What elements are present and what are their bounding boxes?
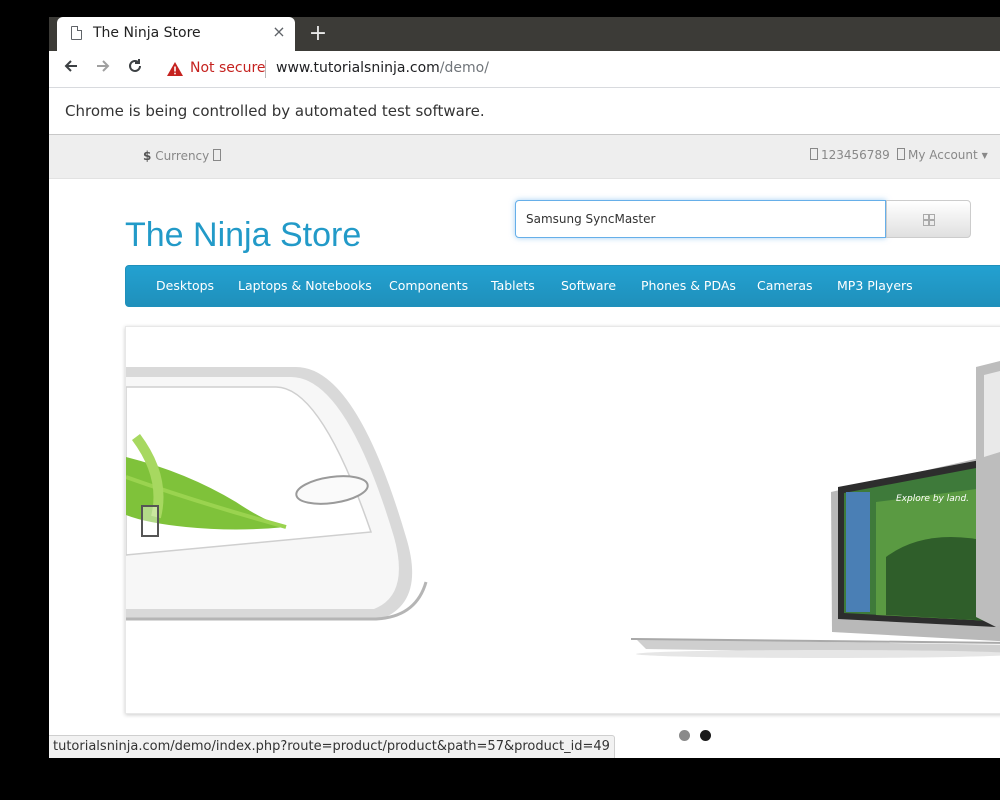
tab-title: The Ninja Store <box>93 25 201 41</box>
pagination-dot[interactable] <box>679 730 690 741</box>
currency-label: Currency <box>155 149 210 163</box>
divider <box>265 60 266 78</box>
phone-link[interactable]: 123456789 <box>810 148 890 162</box>
laptop-illustration: Explore by land. <box>630 361 1000 658</box>
category-menu: Desktops Laptops & Notebooks Components … <box>125 265 1000 307</box>
automation-infobar: Chrome is being controlled by automated … <box>49 88 1000 135</box>
search-input[interactable] <box>515 200 886 238</box>
caret-down-icon: ▼ <box>981 151 988 160</box>
phone-icon <box>810 148 818 160</box>
menu-item-cameras[interactable]: Cameras <box>757 278 813 293</box>
store-logo[interactable]: The Ninja Store <box>125 216 361 255</box>
tab-strip: The Ninja Store × + <box>49 17 1000 51</box>
search-icon <box>923 214 935 226</box>
menu-item-mp3-players[interactable]: MP3 Players <box>837 278 913 293</box>
pagination-dot-active[interactable] <box>700 730 711 741</box>
infobar-text: Chrome is being controlled by automated … <box>65 102 485 120</box>
phone-number: 123456789 <box>821 148 890 162</box>
forward-arrow-icon[interactable] <box>92 58 114 80</box>
status-bar-url: tutorialsninja.com/demo/index.php?route=… <box>49 735 615 758</box>
menu-item-laptops-notebooks[interactable]: Laptops & Notebooks <box>238 278 372 293</box>
menu-item-components[interactable]: Components <box>389 278 468 293</box>
url-host: www.tutorialsninja.com <box>276 60 440 76</box>
menu-item-desktops[interactable]: Desktops <box>156 278 214 293</box>
browser-toolbar: Not secure www.tutorialsninja.com/demo/ <box>49 51 1000 88</box>
warning-icon[interactable] <box>167 61 183 76</box>
address-bar[interactable]: www.tutorialsninja.com/demo/ <box>276 60 489 76</box>
page-icon <box>71 26 82 40</box>
menu-item-software[interactable]: Software <box>561 278 616 293</box>
slide-image: Explore by land. <box>126 361 1000 658</box>
menu-item-phones-pdas[interactable]: Phones & PDAs <box>641 278 736 293</box>
laptop-screen-text: Explore by land. <box>896 494 969 504</box>
new-tab-button[interactable]: + <box>307 23 329 45</box>
browser-tab[interactable]: The Ninja Store × <box>57 17 295 51</box>
currency-dropdown[interactable]: $ Currency <box>143 149 224 163</box>
browser-window: The Ninja Store × + Not secure www.tutor… <box>49 17 1000 758</box>
site-top-bar: $ Currency 123456789 My Account ▼ <box>49 135 1000 179</box>
close-icon[interactable]: × <box>271 24 287 40</box>
search-button[interactable] <box>886 200 971 238</box>
my-account-label: My Account <box>908 148 978 162</box>
slideshow[interactable]: Explore by land. <box>125 326 1000 714</box>
url-path: /demo/ <box>439 60 489 76</box>
caret-down-icon <box>213 149 222 161</box>
menu-item-tablets[interactable]: Tablets <box>491 278 535 293</box>
not-secure-label[interactable]: Not secure <box>190 60 266 76</box>
my-account-dropdown[interactable]: My Account ▼ <box>897 148 988 162</box>
phone-illustration <box>126 367 428 621</box>
back-arrow-icon[interactable] <box>60 58 82 80</box>
reload-icon[interactable] <box>124 58 146 80</box>
user-icon <box>897 148 905 160</box>
currency-symbol: $ <box>143 149 152 163</box>
slide-prev-arrow-icon[interactable] <box>141 505 159 537</box>
